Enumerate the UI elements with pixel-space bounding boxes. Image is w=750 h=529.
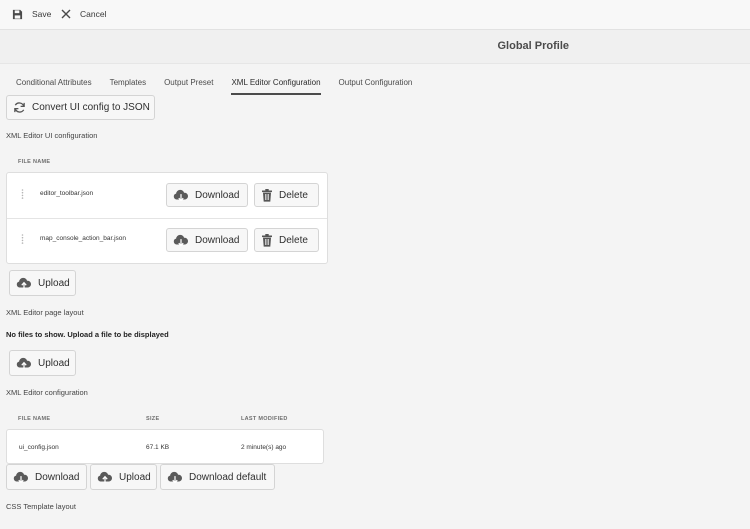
close-icon [61, 9, 71, 19]
cell-file-name: ui_config.json [19, 444, 59, 451]
cloud-upload-icon [16, 277, 32, 289]
cloud-download-icon [173, 189, 189, 201]
cloud-download-icon [167, 471, 183, 483]
title-bar: Global Profile [0, 30, 750, 64]
cloud-upload-icon [16, 357, 32, 369]
upload-label: Upload [38, 357, 70, 369]
refresh-icon [14, 102, 25, 113]
trash-icon [262, 188, 272, 202]
convert-button-label: Convert UI config to JSON [32, 102, 150, 113]
trash-icon [262, 233, 272, 247]
save-button[interactable]: Save [12, 6, 51, 22]
download-default-label: Download default [189, 471, 267, 483]
cell-last-modified: 2 minute(s) ago [241, 444, 287, 451]
editor-config-section-title: XML Editor configuration [6, 388, 88, 397]
cloud-download-icon [13, 471, 29, 483]
upload-label: Upload [38, 277, 70, 289]
delete-button[interactable]: Delete [254, 228, 319, 252]
download-label: Download [35, 471, 80, 483]
tab-templates[interactable]: Templates [110, 78, 146, 94]
upload-label: Upload [119, 471, 151, 483]
tab-bar: Conditional Attributes Templates Output … [16, 78, 430, 96]
download-label: Download [195, 189, 240, 201]
cloud-download-icon [173, 234, 189, 246]
editor-config-upload-button[interactable]: Upload [90, 464, 157, 490]
empty-files-message: No files to show. Upload a file to be di… [6, 330, 169, 339]
file-name: map_console_action_bar.json [40, 235, 127, 242]
column-header-size: SIZE [146, 416, 160, 422]
css-template-section-title: CSS Template layout [6, 502, 76, 511]
download-button[interactable]: Download [166, 228, 248, 252]
cell-size: 67.1 KB [146, 444, 170, 451]
column-header-file-name: FILE NAME [18, 416, 51, 422]
ui-config-section-title: XML Editor UI configuration [6, 131, 98, 140]
tab-output-configuration[interactable]: Output Configuration [339, 78, 413, 94]
column-header-last-modified: LAST MODIFIED [241, 416, 288, 422]
delete-label: Delete [279, 234, 308, 246]
drag-handle-icon[interactable] [21, 189, 24, 199]
editor-config-table: ui_config.json 67.1 KB 2 minute(s) ago [6, 429, 324, 464]
delete-label: Delete [279, 189, 308, 201]
cancel-button[interactable]: Cancel [61, 6, 106, 22]
ui-config-upload-button[interactable]: Upload [9, 270, 76, 296]
ui-config-file-name-header: FILE NAME [18, 159, 51, 165]
cancel-label: Cancel [80, 9, 107, 19]
download-button[interactable]: Download [166, 183, 248, 207]
page-layout-section-title: XML Editor page layout [6, 308, 84, 317]
tab-conditional-attributes[interactable]: Conditional Attributes [16, 78, 92, 94]
download-default-button[interactable]: Download default [160, 464, 275, 490]
cloud-upload-icon [97, 471, 113, 483]
ui-config-file-list: editor_toolbar.json Download Delete map_… [6, 172, 328, 264]
tab-output-preset[interactable]: Output Preset [164, 78, 213, 94]
drag-handle-icon[interactable] [21, 234, 24, 244]
page-title: Global Profile [497, 40, 569, 52]
delete-button[interactable]: Delete [254, 183, 319, 207]
editor-config-download-button[interactable]: Download [6, 464, 87, 490]
save-icon [12, 9, 23, 19]
convert-ui-config-button[interactable]: Convert UI config to JSON [6, 95, 155, 120]
tab-xml-editor-configuration[interactable]: XML Editor Configuration [231, 78, 321, 95]
page-layout-upload-button[interactable]: Upload [9, 350, 76, 376]
download-label: Download [195, 234, 240, 246]
top-toolbar: Save Cancel [0, 0, 750, 30]
file-name: editor_toolbar.json [40, 190, 94, 197]
save-label: Save [32, 9, 52, 19]
row-divider [7, 218, 327, 219]
